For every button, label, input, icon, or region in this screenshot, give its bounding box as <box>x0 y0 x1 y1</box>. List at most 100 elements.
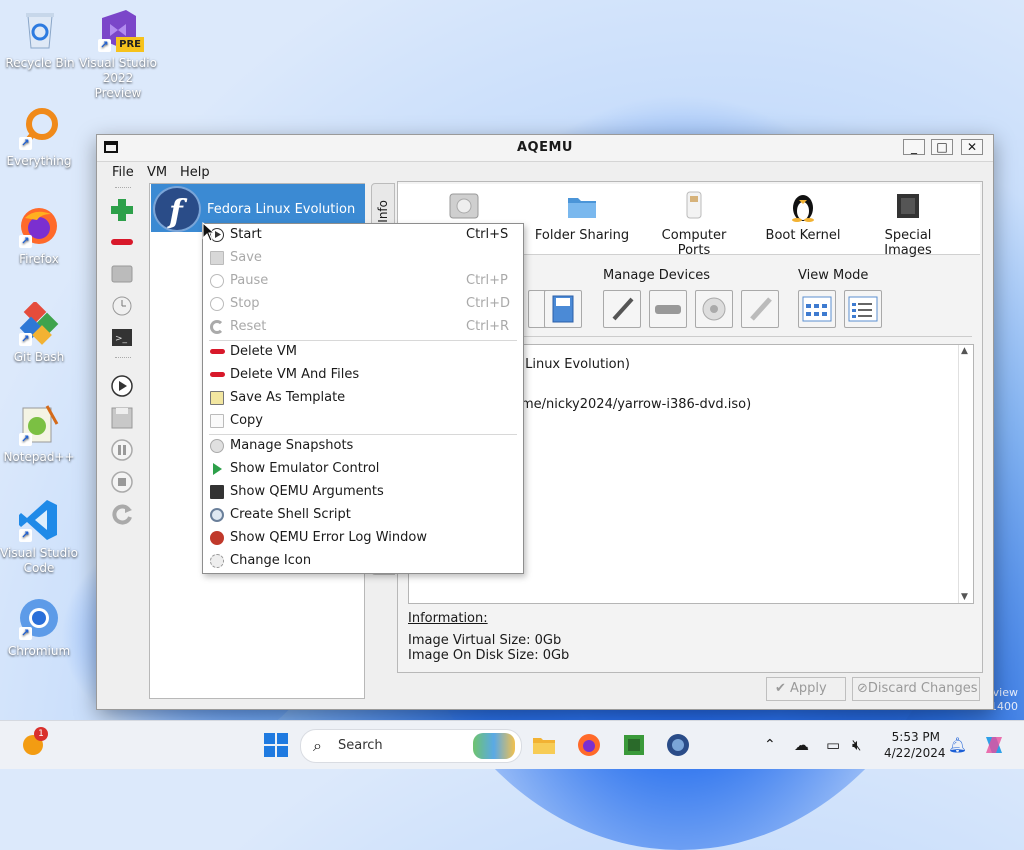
desktop-icon-label: Firefox <box>19 252 59 266</box>
shortcut-arrow-icon: ↗ <box>19 627 32 640</box>
show-hidden-icons-chevron-icon[interactable]: ⌃ <box>764 733 788 757</box>
menu-item-label: Manage Snapshots <box>230 438 354 453</box>
chromium-icon: ↗ <box>17 596 61 640</box>
menu-item-save[interactable]: Save <box>203 247 521 270</box>
add-vm-button[interactable] <box>107 197 137 223</box>
desktop-icon-git-bash[interactable]: ↗ Git Bash <box>0 300 79 365</box>
tab-computer-ports[interactable]: Computer Ports <box>644 190 744 258</box>
delete-vm-button[interactable] <box>107 229 137 255</box>
close-button[interactable]: ✕ <box>961 139 983 155</box>
floppy-device-button[interactable] <box>544 290 582 328</box>
reset-vm-button[interactable] <box>107 501 137 527</box>
search-highlight-icon <box>473 733 515 759</box>
list-view-button[interactable] <box>844 290 882 328</box>
title-bar[interactable]: AQEMU _ □ ✕ <box>97 135 993 162</box>
reset-icon <box>210 320 224 334</box>
menu-item-copy[interactable]: Copy <box>203 410 521 433</box>
menu-item-delete-vm[interactable]: Delete VM <box>203 341 521 364</box>
watermark-line: view <box>992 686 1018 699</box>
start-vm-button[interactable] <box>107 373 137 399</box>
copy-icon <box>210 414 224 428</box>
taskbar-search-box[interactable]: ⌕ Search <box>300 729 522 763</box>
desktop-icon-notepad-plus-plus[interactable]: ↗ Notepad++ <box>0 402 79 465</box>
minimize-button[interactable]: _ <box>903 139 925 155</box>
chip-icon <box>892 190 924 222</box>
menu-item-change-icon[interactable]: Change Icon <box>203 550 521 573</box>
notepad-plus-plus-icon: ↗ <box>17 402 61 446</box>
hdd-button[interactable] <box>107 261 137 287</box>
menu-item-pause[interactable]: Pause Ctrl+P <box>203 270 521 293</box>
save-vm-button[interactable] <box>107 405 137 431</box>
icon-view-button[interactable] <box>798 290 836 328</box>
system-clock[interactable]: 5:53 PM 4/22/2024 <box>884 729 946 761</box>
toolbar-grip[interactable] <box>115 357 131 360</box>
menu-item-label: Copy <box>230 413 263 428</box>
desktop-icon-recycle-bin[interactable]: Recycle Bin <box>0 8 80 71</box>
image-virtual-size: Image Virtual Size: 0Gb <box>408 633 562 648</box>
clock-icon[interactable] <box>107 293 137 319</box>
onedrive-icon[interactable]: ☁ <box>794 733 818 757</box>
menu-item-shortcut: Ctrl+R <box>466 319 510 334</box>
properties-gear-button[interactable] <box>695 290 733 328</box>
edit-device-button[interactable] <box>603 290 641 328</box>
desktop-icon-everything[interactable]: ↗ Everything <box>0 106 79 169</box>
scroll-up-arrow-icon[interactable]: ▲ <box>961 346 968 356</box>
vertical-scrollbar[interactable]: ▲ ▼ <box>958 345 973 603</box>
menu-item-show-qemu-error-log[interactable]: Show QEMU Error Log Window <box>203 527 521 550</box>
menu-item-delete-vm-and-files[interactable]: Delete VM And Files <box>203 364 521 387</box>
pause-icon <box>210 274 224 288</box>
shortcut-arrow-icon: ↗ <box>19 433 32 446</box>
tab-folder-sharing[interactable]: Folder Sharing <box>532 190 632 243</box>
menu-item-manage-snapshots[interactable]: Manage Snapshots <box>203 435 521 458</box>
tab-boot-kernel[interactable]: Boot Kernel <box>763 190 843 243</box>
menu-item-reset[interactable]: Reset Ctrl+R <box>203 316 521 339</box>
toolbar-grip[interactable] <box>115 187 131 190</box>
vm-name: Fedora Linux Evolution <box>207 202 356 217</box>
tab-special-images[interactable]: Special Images <box>860 190 956 258</box>
firefox-taskbar-icon[interactable] <box>577 733 601 757</box>
notification-bell-icon[interactable]: 🔔︎ <box>948 733 972 757</box>
aqemu-taskbar-icon[interactable] <box>622 733 646 757</box>
remove-device-button[interactable] <box>741 290 779 328</box>
copilot-icon[interactable] <box>982 733 1006 757</box>
menu-item-save-as-template[interactable]: Save As Template <box>203 387 521 410</box>
start-button-windows-icon[interactable] <box>264 733 288 757</box>
desktop-icon-chromium[interactable]: ↗ Chromium <box>0 596 79 659</box>
menu-item-create-shell-script[interactable]: Create Shell Script <box>203 504 521 527</box>
desktop-icon-label: Recycle Bin <box>5 56 75 70</box>
menu-vm[interactable]: VM <box>147 165 167 180</box>
menu-help[interactable]: Help <box>180 165 210 180</box>
desktop-icon-firefox[interactable]: ↗ Firefox <box>0 204 79 267</box>
maximize-button[interactable]: □ <box>931 139 953 155</box>
desktop-icon-label: Git Bash <box>13 350 65 364</box>
weather-widget-icon[interactable]: 1 <box>20 727 48 757</box>
display-icon[interactable]: ▭ <box>826 733 850 757</box>
menu-item-label: Start <box>230 227 262 242</box>
discard-changes-button[interactable]: ⊘Discard Changes <box>852 677 980 701</box>
tab-label: Special Images <box>884 228 932 258</box>
menu-item-show-qemu-arguments[interactable]: Show QEMU Arguments <box>203 481 521 504</box>
details-line: ome/nicky2024/yarrow-i386-dvd.iso) <box>513 397 752 412</box>
apply-button[interactable]: ✔ Apply <box>766 677 846 701</box>
menu-item-label: Change Icon <box>230 553 312 568</box>
stop-vm-button[interactable] <box>107 469 137 495</box>
desktop-icon-visual-studio-preview[interactable]: PRE ↗ Visual Studio 2022 Preview <box>78 8 158 101</box>
file-explorer-icon[interactable] <box>532 733 556 757</box>
tux-icon <box>787 190 819 222</box>
menu-item-show-emulator-control[interactable]: Show Emulator Control <box>203 458 521 481</box>
menu-item-start[interactable]: Start Ctrl+S <box>203 224 521 247</box>
terminal-button[interactable]: >_ <box>107 325 137 351</box>
desktop-icon-vscode[interactable]: ↗ Visual Studio Code <box>0 498 79 576</box>
search-icon: ⌕ <box>313 736 322 755</box>
menu-item-label: Stop <box>230 296 260 311</box>
scroll-down-arrow-icon[interactable]: ▼ <box>961 592 968 602</box>
hdd-device-button[interactable] <box>649 290 687 328</box>
menu-file[interactable]: File <box>112 165 134 180</box>
folder-icon <box>566 190 598 222</box>
volume-icon[interactable]: 🔇︎ <box>852 733 876 757</box>
pause-vm-button[interactable] <box>107 437 137 463</box>
menu-item-shortcut: Ctrl+S <box>466 227 509 242</box>
app-taskbar-icon[interactable] <box>666 733 690 757</box>
menu-item-stop[interactable]: Stop Ctrl+D <box>203 293 521 316</box>
menu-item-label: Save As Template <box>230 390 346 405</box>
